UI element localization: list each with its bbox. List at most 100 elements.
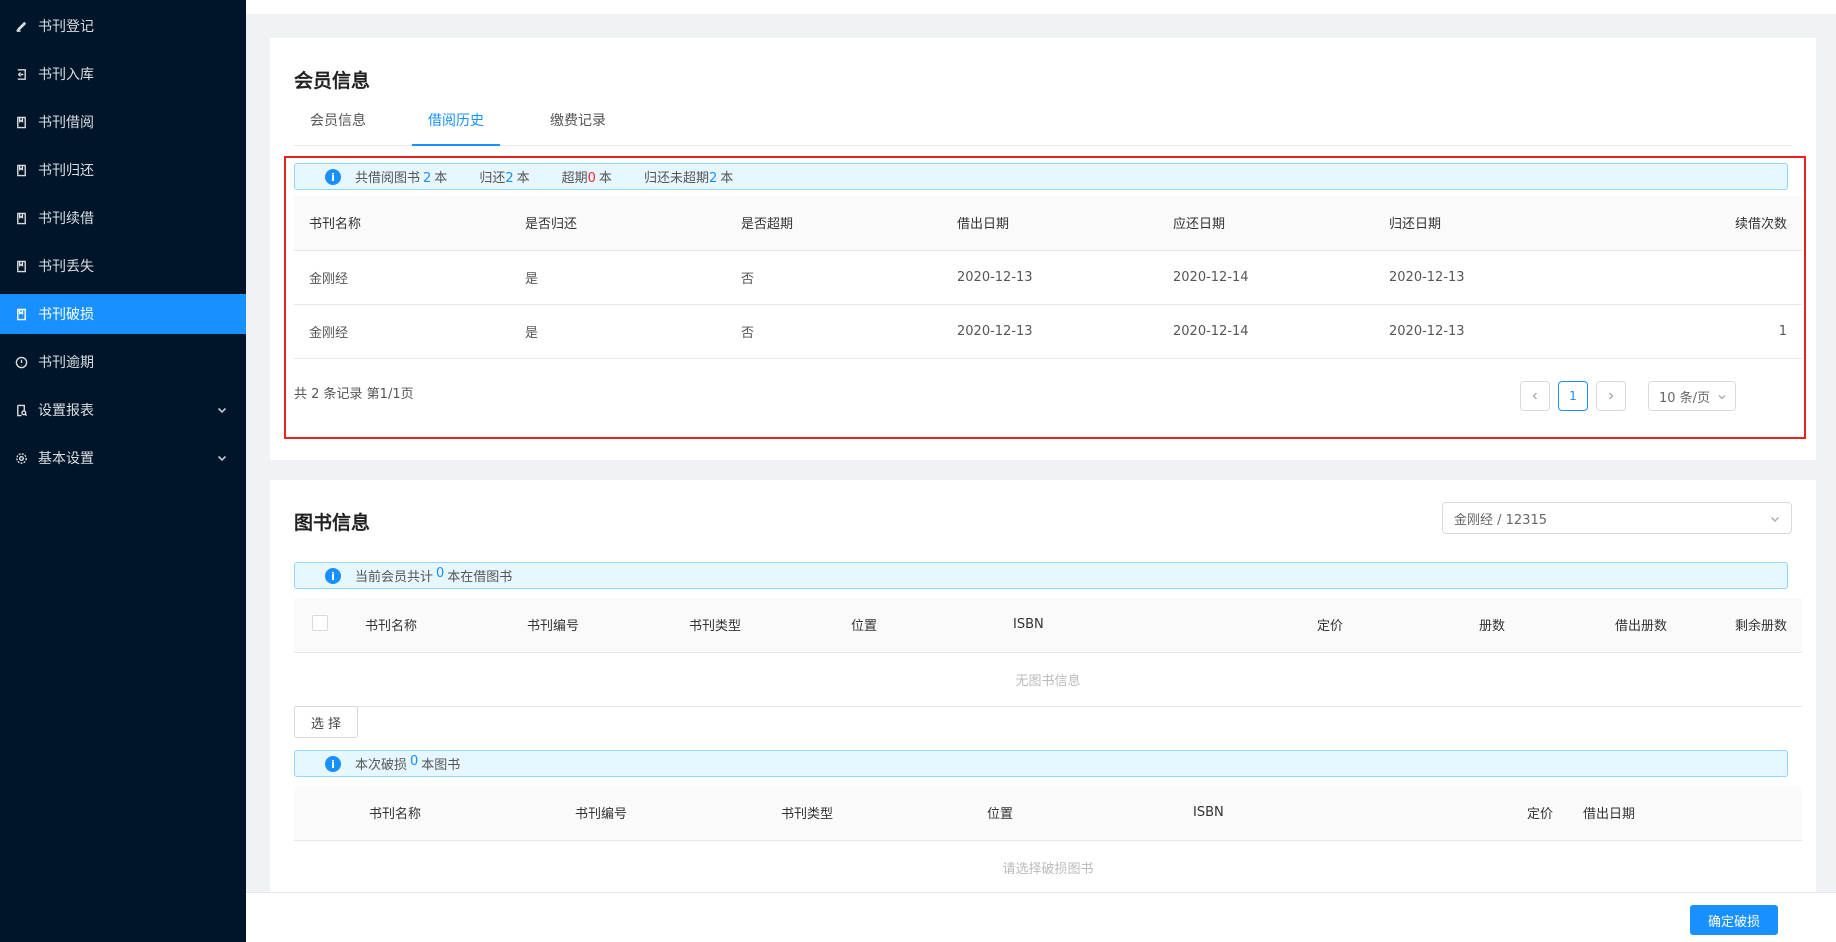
sidebar-item-label: 书刊归还 [38,163,94,179]
select-button[interactable]: 选 择 [294,706,358,738]
book-info-title: 图书信息 [294,512,371,534]
cell-return-date: 2020-12-13 [1374,304,1590,359]
chevron-down-icon [1769,513,1781,525]
member-info-title: 会员信息 [294,70,371,92]
sidebar-item-book-damage[interactable]: 书刊破损 [0,294,246,334]
col-copies: 册数 [1358,598,1520,653]
summary-returned: 归还2 本 [479,167,529,186]
tab-borrow-history[interactable]: 借阅历史 [412,110,500,146]
borrow-history-table: 书刊名称 是否归还 是否超期 借出日期 应还日期 归还日期 续借次数 金刚经 是… [294,196,1802,359]
damage-alert-text: 本次破损 0 本图书 [355,754,460,773]
sidebar-item-book-borrow[interactable]: 书刊借阅 [0,102,246,142]
damage-books-table: 书刊名称 书刊编号 书刊类型 位置 ISBN 定价 借出日期 请选择破损图书 [294,786,1802,895]
cell-due-date: 2020-12-14 [1158,250,1374,305]
footer-bar: 确定破损 [246,892,1836,942]
table-row: 金刚经 是 否 2020-12-13 2020-12-14 2020-12-13 [294,250,1802,305]
col-overdue: 是否超期 [726,196,942,251]
info-icon: i [325,568,341,584]
col-select [294,598,350,653]
col-borrowed-copies: 借出册数 [1520,598,1682,653]
col-book-number: 书刊编号 [560,786,766,841]
cell-renew-count: 1 [1590,304,1802,359]
col-book-number: 书刊编号 [512,598,674,653]
chevron-down-icon [216,404,228,416]
empty-row: 无图书信息 [294,652,1802,707]
summary-label: 超期 [561,171,588,186]
sidebar-item-book-return[interactable]: 书刊归还 [0,150,246,190]
page-1-button[interactable]: 1 [1558,381,1588,411]
sidebar-item-book-overdue[interactable]: 书刊逾期 [0,342,246,382]
select-all-checkbox[interactable] [312,614,328,631]
summary-ontime-value: 2 [708,171,718,186]
summary-total-value: 2 [423,171,432,186]
alert-prefix: 当前会员共计 [355,570,434,585]
summary-ontime: 归还未超期2 本 [644,167,733,186]
cell-return-date: 2020-12-13 [1374,250,1590,305]
sidebar-item-label: 书刊借阅 [38,115,94,131]
page-size-select[interactable]: 10 条/页 [1648,381,1736,411]
summary-unit: 本 [434,171,448,186]
next-page-button[interactable] [1596,381,1626,411]
col-location: 位置 [836,598,998,653]
summary-overdue: 超期0 本 [562,167,612,186]
sidebar-item-book-stock-in[interactable]: 书刊入库 [0,54,246,94]
cell-book-name: 金刚经 [294,304,510,359]
book-icon [14,115,28,129]
col-returned: 是否归还 [510,196,726,251]
book-icon [14,163,28,177]
sidebar-item-label: 设置报表 [38,403,94,419]
sidebar-item-label: 书刊丢失 [38,259,94,275]
cell-due-date: 2020-12-14 [1158,304,1374,359]
col-isbn: ISBN [1178,786,1478,841]
sidebar-item-basic-settings[interactable]: 基本设置 [0,438,246,478]
col-due-date: 应还日期 [1158,196,1374,251]
chevron-down-icon [216,452,228,464]
sidebar-item-report-settings[interactable]: 设置报表 [0,390,246,430]
cell-returned: 是 [510,304,726,359]
cell-borrow-date: 2020-12-13 [942,304,1158,359]
col-book-name: 书刊名称 [294,196,510,251]
borrowed-count: 0 [436,566,445,581]
cell-book-name: 金刚经 [294,250,510,305]
col-borrow-date: 借出日期 [1568,786,1802,841]
col-price: 定价 [1198,598,1358,653]
main-content: 会员信息 会员信息 借阅历史 缴费记录 i 共借阅图书 2 本 归还2 本 超期0 本 … [246,0,1836,942]
summary-label: 共借阅图书 [355,171,421,186]
report-icon [14,403,28,417]
chevron-right-icon [1609,392,1614,400]
summary-overdue-value: 0 [587,171,596,186]
alert-prefix: 本次破损 [355,758,408,773]
sidebar-item-book-renew[interactable]: 书刊续借 [0,198,246,238]
chevron-down-icon [1717,391,1727,401]
sidebar-item-label: 书刊续借 [38,211,94,227]
chevron-left-icon [1532,392,1537,400]
sidebar-item-label: 书刊逾期 [38,355,94,371]
member-info-card: 会员信息 会员信息 借阅历史 缴费记录 i 共借阅图书 2 本 归还2 本 超期0 本 … [270,38,1816,460]
col-location: 位置 [972,786,1178,841]
empty-text: 无图书信息 [294,652,1802,707]
sidebar: 书刊登记 书刊入库 书刊借阅 书刊归还 书刊续借 书刊丢失 书刊破损 书刊逾期 … [0,0,246,942]
top-strip [246,0,1836,14]
summary-total: 共借阅图书 2 本 [355,167,447,186]
confirm-damage-button[interactable]: 确定破损 [1690,905,1778,935]
alert-suffix: 本图书 [421,758,461,773]
member-tabs: 会员信息 借阅历史 缴费记录 [294,110,1792,146]
pagination-info: 共 2 条记录 第1/1页 [294,387,414,402]
book-select[interactable]: 金刚经 / 12315 [1442,502,1792,534]
cell-borrow-date: 2020-12-13 [942,250,1158,305]
sidebar-item-book-register[interactable]: 书刊登记 [0,6,246,46]
col-remaining-copies: 剩余册数 [1682,598,1802,653]
info-icon: i [325,756,341,772]
tab-member-info[interactable]: 会员信息 [310,110,366,146]
col-price: 定价 [1478,786,1568,841]
table-header-row: 书刊名称 是否归还 是否超期 借出日期 应还日期 归还日期 续借次数 [294,196,1802,251]
book-icon [14,259,28,273]
table-row: 金刚经 是 否 2020-12-13 2020-12-14 2020-12-13… [294,304,1802,359]
login-icon [14,67,28,81]
col-book-name: 书刊名称 [350,598,512,653]
col-spacer [294,786,354,841]
pen-icon [14,19,28,33]
prev-page-button[interactable] [1520,381,1550,411]
tab-payment-records[interactable]: 缴费记录 [550,110,606,146]
sidebar-item-book-lost[interactable]: 书刊丢失 [0,246,246,286]
